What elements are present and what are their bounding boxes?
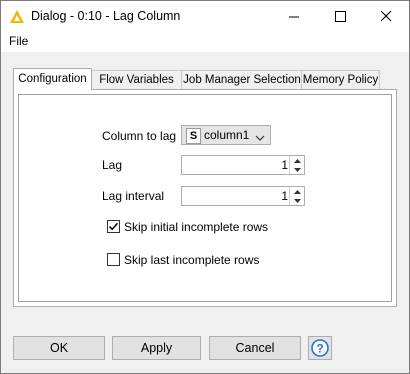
column-select[interactable]: S column1	[181, 125, 271, 145]
lag-spinner-buttons	[289, 156, 304, 174]
cancel-button[interactable]: Cancel	[209, 336, 301, 360]
skip-initial-checkbox[interactable]	[107, 220, 120, 233]
close-icon	[380, 11, 391, 22]
minimize-icon	[288, 16, 299, 18]
lag-decrement-button[interactable]	[290, 165, 304, 174]
close-button[interactable]	[363, 1, 409, 32]
skip-last-label[interactable]: Skip last incomplete rows	[124, 253, 259, 267]
help-button[interactable]: ?	[308, 336, 332, 360]
tab-memory-policy[interactable]: Memory Policy	[301, 70, 380, 89]
window-title: Dialog - 0:10 - Lag Column	[31, 9, 181, 23]
tab-flow-variables[interactable]: Flow Variables	[90, 70, 183, 89]
menu-bar: File	[1, 32, 409, 52]
lag-label: Lag	[102, 158, 123, 172]
maximize-icon	[334, 11, 346, 22]
dialog-window: Dialog - 0:10 - Lag Column File Configur…	[0, 0, 410, 374]
arrow-up-icon	[293, 158, 301, 163]
help-icon: ?	[311, 339, 329, 357]
lag-interval-value: 1	[281, 189, 288, 203]
knime-triangle-icon	[9, 9, 25, 25]
ok-button[interactable]: OK	[13, 336, 105, 360]
lag-interval-decrement-button[interactable]	[290, 196, 304, 205]
column-to-lag-label: Column to lag	[102, 129, 177, 143]
string-type-icon: S	[186, 128, 201, 144]
checkmark-icon	[108, 222, 119, 231]
lag-interval-spinner[interactable]: 1	[181, 186, 305, 206]
lag-value: 1	[281, 158, 288, 172]
lag-interval-label: Lag interval	[102, 189, 165, 203]
menu-file[interactable]: File	[9, 34, 28, 48]
title-bar[interactable]: Dialog - 0:10 - Lag Column	[1, 1, 409, 32]
tab-configuration[interactable]: Configuration	[13, 68, 92, 90]
arrow-down-icon	[293, 167, 301, 172]
svg-text:?: ?	[316, 341, 323, 355]
lag-interval-increment-button[interactable]	[290, 187, 304, 196]
minimize-button[interactable]	[271, 1, 317, 32]
tab-job-manager-selection[interactable]: Job Manager Selection	[181, 70, 303, 89]
skip-initial-label[interactable]: Skip initial incomplete rows	[124, 220, 268, 234]
arrow-up-icon	[293, 189, 301, 194]
arrow-down-icon	[293, 198, 301, 203]
apply-button[interactable]: Apply	[112, 336, 201, 360]
lag-interval-spinner-buttons	[289, 187, 304, 205]
column-select-value: column1	[204, 128, 250, 142]
skip-last-checkbox[interactable]	[107, 253, 120, 266]
chevron-down-icon	[255, 131, 265, 145]
lag-spinner[interactable]: 1	[181, 155, 305, 175]
maximize-button[interactable]	[317, 1, 363, 32]
lag-increment-button[interactable]	[290, 156, 304, 165]
